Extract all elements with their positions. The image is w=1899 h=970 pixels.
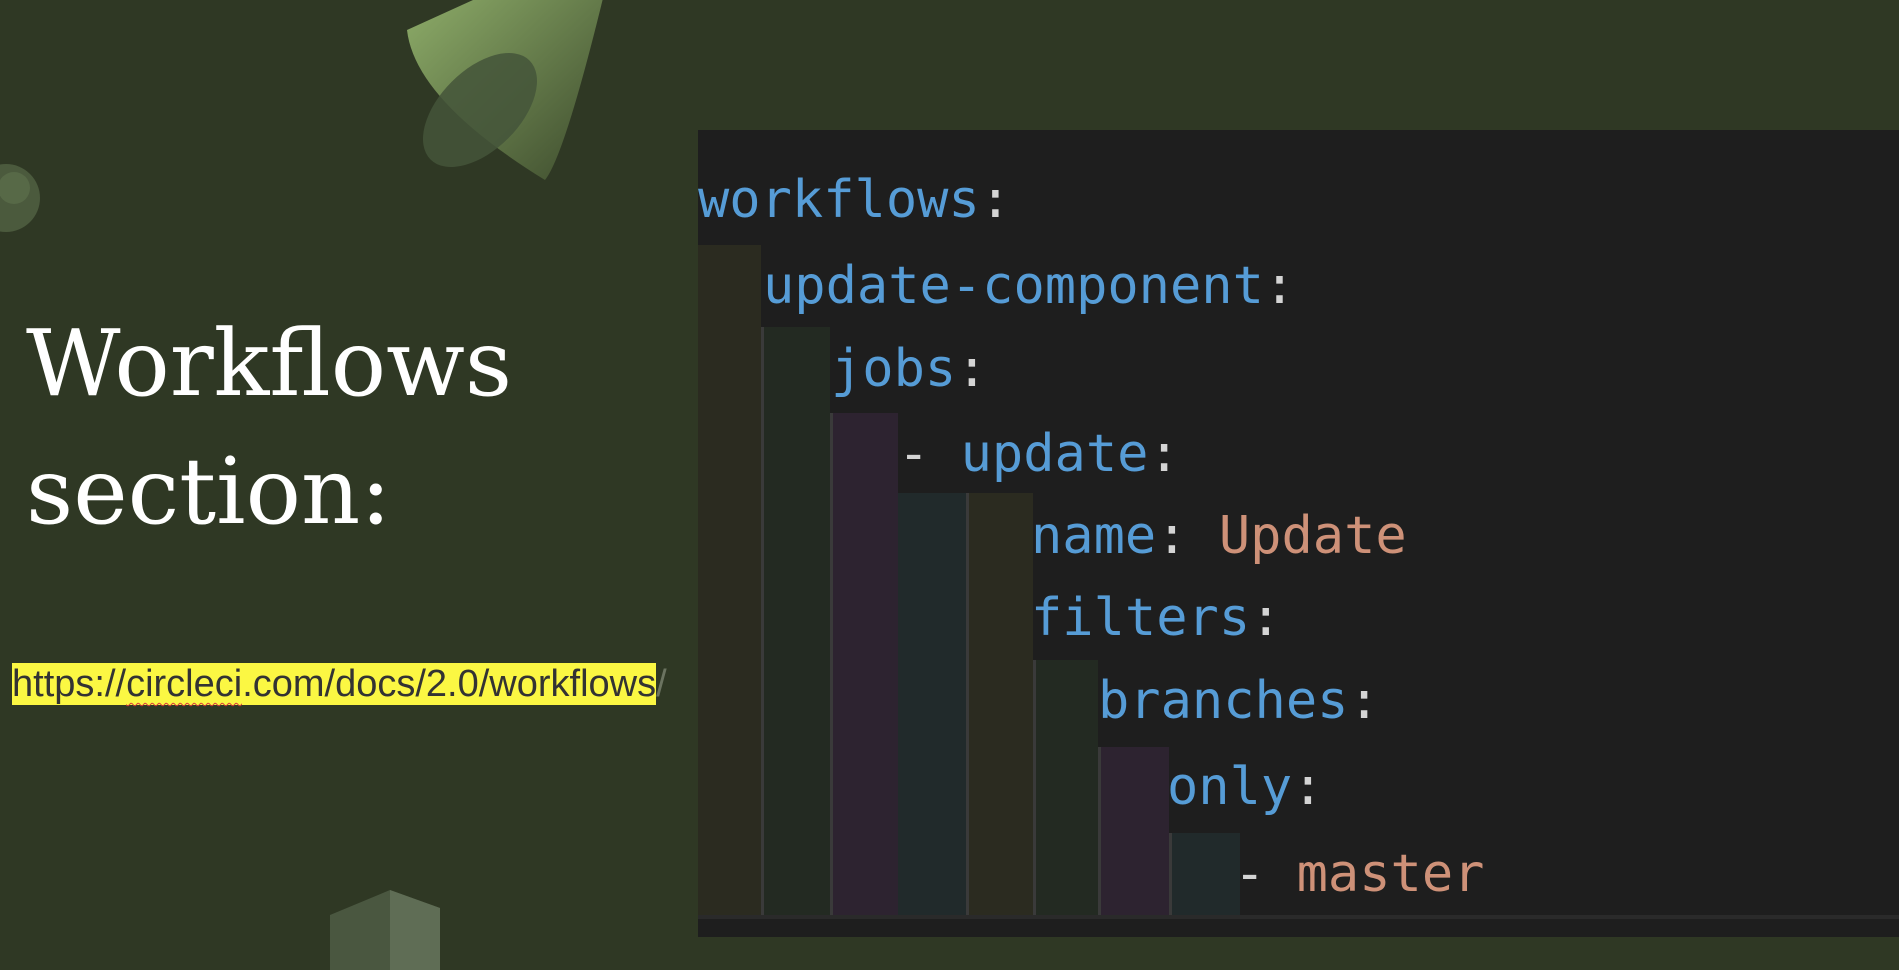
sphere-decoration xyxy=(0,164,40,232)
yaml-colon: : xyxy=(1156,506,1219,566)
yaml-string-value: Update xyxy=(1218,506,1407,566)
link-text-spellchecked: circleci xyxy=(126,663,243,705)
indent-guide-1 xyxy=(698,245,761,915)
yaml-key: only xyxy=(1167,757,1293,817)
link-text-part-3: .com/docs/2.0/workflows xyxy=(242,663,657,705)
code-line-only: only: xyxy=(1167,761,1324,813)
yaml-colon: : xyxy=(1250,588,1282,648)
yaml-key: name xyxy=(1031,506,1157,566)
yaml-colon: : xyxy=(956,339,988,399)
indent-guide-2 xyxy=(764,327,830,915)
cube-decoration xyxy=(330,890,440,970)
link-text-part-1: https:// xyxy=(12,663,127,705)
yaml-string-value: master xyxy=(1296,844,1485,904)
slide-title-line-2: section: xyxy=(26,438,392,545)
indent-guide-5 xyxy=(969,493,1033,915)
link-trailing-slash: / xyxy=(656,663,667,705)
yaml-colon: : xyxy=(1263,256,1296,316)
indent-guide-3 xyxy=(833,413,898,915)
yaml-dash: - xyxy=(1234,844,1297,904)
indent-guide-6 xyxy=(1036,660,1098,915)
yaml-key: branches xyxy=(1098,671,1349,731)
yaml-key: workflows xyxy=(698,170,980,230)
yaml-colon: : xyxy=(979,170,1012,230)
yaml-key: update-component xyxy=(763,256,1264,316)
indent-guide-4 xyxy=(898,493,966,915)
code-line-update: - update: xyxy=(898,428,1180,480)
slide-title: Workflows section: xyxy=(26,300,512,556)
yaml-key: update xyxy=(960,424,1149,484)
code-line-jobs: jobs: xyxy=(831,343,988,395)
code-line-workflows: workflows: xyxy=(698,174,1011,226)
slide-title-line-1: Workflows xyxy=(26,310,513,417)
yaml-key: filters xyxy=(1031,588,1251,648)
cone-decoration xyxy=(407,0,603,180)
workflows-docs-link[interactable]: https://circleci.com/docs/2.0/workflows/ xyxy=(12,660,667,709)
code-line-name: name: Update xyxy=(1031,510,1407,562)
indent-guide-8 xyxy=(1172,833,1240,915)
yaml-colon: : xyxy=(1348,671,1380,731)
code-line-branches: branches: xyxy=(1098,675,1380,727)
yaml-colon: : xyxy=(1148,424,1180,484)
yaml-key: jobs xyxy=(831,339,957,399)
yaml-dash: - xyxy=(898,424,961,484)
code-scrollbar-track xyxy=(698,915,1899,919)
code-line-update-component: update-component: xyxy=(763,260,1295,312)
yaml-code-screenshot: workflows: update-component: jobs: - upd… xyxy=(698,130,1899,937)
yaml-colon: : xyxy=(1292,757,1324,817)
code-line-filters: filters: xyxy=(1031,592,1281,644)
indent-guide-7 xyxy=(1101,747,1169,915)
code-line-master: - master xyxy=(1234,848,1484,900)
